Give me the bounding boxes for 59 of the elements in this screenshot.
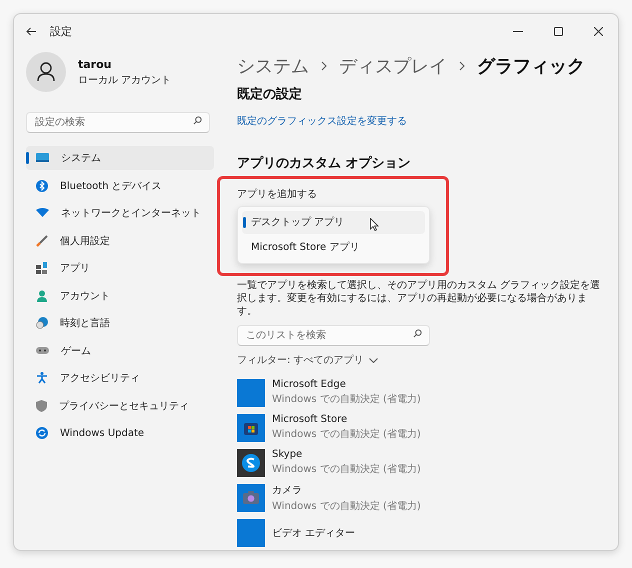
app-list-item[interactable]: ビデオ エディター	[237, 515, 604, 550]
app-list-item[interactable]: Skype Windows での自動決定 (省電力)	[237, 445, 604, 480]
account-name: tarou	[78, 58, 112, 70]
sync-icon	[36, 427, 48, 439]
breadcrumb-item: グラフィック	[477, 55, 585, 78]
menu-item[interactable]: Microsoft Store アプリ	[242, 236, 425, 259]
chevron-down-icon	[368, 358, 378, 362]
app-list-item[interactable]: Microsoft Edge Windows での自動決定 (省電力)	[237, 375, 604, 410]
letter-s-logo-icon	[241, 452, 261, 472]
app-list-item[interactable]: Microsoft Store Windows での自動決定 (省電力)	[237, 410, 604, 445]
sidebar-item[interactable]: アカウント	[26, 284, 214, 308]
globe-clock-icon	[36, 317, 48, 329]
monitor-icon	[36, 153, 49, 163]
chevron-right-icon	[459, 61, 465, 72]
app-list-item[interactable]: カメラ Windows での自動決定 (省電力)	[237, 480, 604, 515]
section-heading: アプリのカスタム オプション	[237, 154, 412, 172]
sidebar-item[interactable]: 時刻と言語	[26, 311, 214, 335]
sidebar-item[interactable]: Windows Update	[26, 421, 214, 445]
add-app-label: アプリを追加する	[237, 188, 318, 201]
search-icon	[413, 329, 422, 338]
close-icon	[594, 26, 602, 36]
breadcrumb-item[interactable]: システム	[237, 54, 309, 78]
chevron-right-icon	[321, 61, 327, 72]
sidebar-item[interactable]: システム	[26, 146, 214, 170]
settings-search-field[interactable]: 設定の検索	[26, 112, 210, 133]
person-silhouette-icon	[37, 62, 55, 82]
accessibility-icon	[36, 372, 48, 384]
bluetooth-icon	[36, 180, 48, 192]
account-type: ローカル アカウント	[78, 74, 172, 86]
sidebar-item[interactable]: アクセシビリティ	[26, 366, 214, 390]
app-tile	[237, 518, 265, 546]
list-search-field[interactable]: このリストを検索	[237, 325, 430, 346]
search-icon	[193, 116, 202, 125]
maximize-icon	[554, 26, 562, 36]
sidebar-item[interactable]: ネットワークとインターネット	[26, 201, 214, 225]
brush-icon	[36, 234, 48, 246]
graphics-settings-link[interactable]: 既定のグラフィックス設定を変更する	[237, 114, 604, 128]
shield-icon	[36, 400, 47, 412]
sidebar-item[interactable]: 個人用設定	[26, 228, 214, 252]
sidebar-item[interactable]: プライバシーとセキュリティ	[26, 394, 214, 418]
minimize-icon	[513, 30, 523, 32]
app-tile	[237, 378, 265, 406]
description-text: 一覧でアプリを検索して選択し、そのアプリ用のカスタム グラフィック設定を選択します。変更を有効にするには、アプリの再起動が必要になる場合があります。	[237, 278, 602, 318]
sidebar-item[interactable]: Bluetooth とデバイス	[26, 174, 214, 198]
section-heading: 既定の設定	[237, 86, 303, 103]
gamepad-icon	[36, 346, 49, 355]
person-icon	[36, 290, 48, 302]
camera-icon	[243, 491, 259, 504]
wifi-icon	[36, 208, 49, 218]
sidebar-item[interactable]: アプリ	[26, 256, 214, 280]
back-arrow-icon[interactable]	[26, 26, 36, 36]
breadcrumb-item[interactable]: ディスプレイ	[339, 54, 447, 78]
sidebar-item[interactable]: ゲーム	[26, 338, 214, 362]
menu-item[interactable]: デスクトップ アプリ	[242, 210, 425, 234]
window-title: 設定	[50, 24, 72, 38]
filter-dropdown[interactable]: フィルター: すべてのアプリ	[237, 353, 378, 367]
mouse-cursor-icon	[370, 218, 379, 231]
apps-icon	[36, 262, 48, 274]
shopping-bag-icon	[244, 420, 258, 434]
